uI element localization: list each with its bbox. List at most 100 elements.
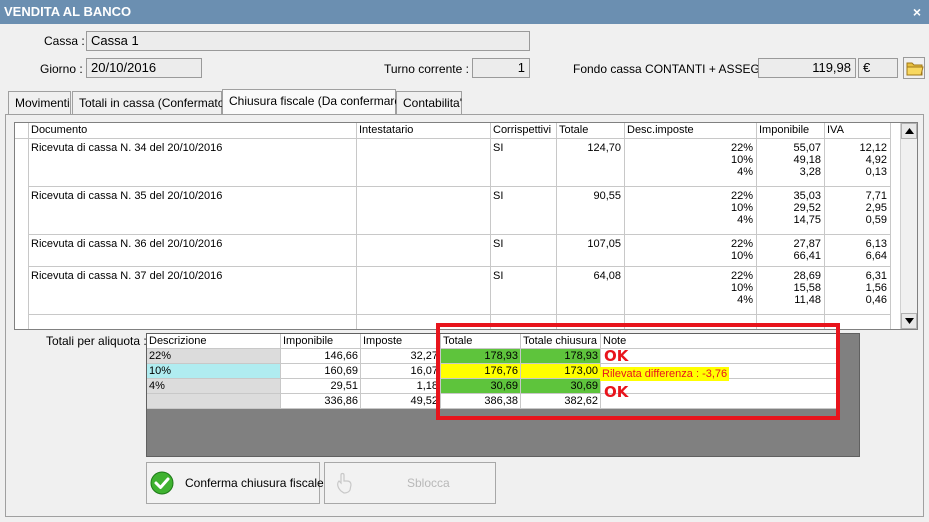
arrow-down-icon xyxy=(905,318,914,324)
row-imponibile: 3,28 xyxy=(799,166,821,178)
currency-field: € xyxy=(858,58,898,78)
totals-descrizione: 22% xyxy=(147,349,281,364)
row-imponibile: 66,41 xyxy=(793,250,821,262)
confirm-button-label: Conferma chiusura fiscale xyxy=(185,476,324,490)
row-iva: 2,95 xyxy=(865,202,887,214)
open-folder-button[interactable] xyxy=(903,57,925,79)
row-aliquota: 22% xyxy=(730,142,753,154)
scroll-up-button[interactable] xyxy=(901,123,917,139)
totals-descrizione xyxy=(147,394,281,409)
row-imponibile: 49,18 xyxy=(793,154,821,166)
row-aliquota: 10% xyxy=(730,282,753,294)
row-iva: 0,13 xyxy=(865,166,887,178)
turno-field[interactable]: 1 xyxy=(472,58,530,78)
row-documento: Ricevuta di cassa N. 34 del 20/10/2016 xyxy=(31,142,223,154)
row-aliquota: 10% xyxy=(730,250,753,262)
cassa-field[interactable]: Cassa 1 xyxy=(86,31,530,51)
row-totale: 124,70 xyxy=(587,142,621,154)
confirm-fiscal-close-button[interactable]: Conferma chiusura fiscale xyxy=(146,462,324,504)
tab-chiusura-fiscale[interactable]: Chiusura fiscale (Da confermare) xyxy=(222,89,405,114)
col-imposte[interactable]: Imposte xyxy=(361,334,441,349)
totals-imponibile: 336,86 xyxy=(281,394,361,409)
row-imponibile: 28,69 xyxy=(793,270,821,282)
row-aliquota: 4% xyxy=(737,166,753,178)
highlight-box xyxy=(436,323,840,420)
row-documento: Ricevuta di cassa N. 37 del 20/10/2016 xyxy=(31,270,223,282)
hand-icon xyxy=(337,472,352,494)
totals-imposte: 49,52 xyxy=(361,394,441,409)
totals-descrizione: 10% xyxy=(147,364,281,379)
check-icon xyxy=(150,471,174,495)
cassa-label: Cassa : xyxy=(44,34,85,48)
row-imponibile: 11,48 xyxy=(794,294,821,306)
row-corrispettivi: SI xyxy=(493,190,504,202)
row-documento: Ricevuta di cassa N. 36 del 20/10/2016 xyxy=(31,238,223,250)
fondo-field[interactable]: 119,98 xyxy=(758,58,856,78)
row-imponibile: 15,58 xyxy=(793,282,821,294)
row-totale: 64,08 xyxy=(593,270,621,282)
fondo-label: Fondo cassa CONTANTI + ASSEGNI : xyxy=(573,62,779,76)
col-corrispettivi[interactable]: Corrispettivi xyxy=(491,123,557,139)
row-aliquota: 10% xyxy=(730,154,753,166)
row-imponibile: 35,03 xyxy=(793,190,821,202)
unlock-button-label: Sblocca xyxy=(407,476,450,490)
scroll-down-button[interactable] xyxy=(901,313,917,329)
col-imponibile[interactable]: Imponibile xyxy=(281,334,361,349)
totals-imposte: 16,07 xyxy=(361,364,441,379)
window-title-bar: VENDITA AL BANCO × xyxy=(0,0,929,24)
row-header-corner xyxy=(15,123,29,139)
row-aliquota: 22% xyxy=(730,270,753,282)
row-documento: Ricevuta di cassa N. 35 del 20/10/2016 xyxy=(31,190,223,202)
row-corrispettivi: SI xyxy=(493,270,504,282)
tab-contabilita[interactable]: Contabilita' xyxy=(396,91,462,114)
row-iva: 6,13 xyxy=(865,238,887,250)
grid-vertical-scrollbar[interactable] xyxy=(900,123,917,329)
row-totale: 90,55 xyxy=(593,190,621,202)
row-iva: 0,59 xyxy=(865,214,887,226)
row-iva: 1,56 xyxy=(865,282,887,294)
giorno-field[interactable]: 20/10/2016 xyxy=(86,58,202,78)
row-aliquota: 22% xyxy=(730,238,753,250)
totals-imponibile: 29,51 xyxy=(281,379,361,394)
row-iva: 6,64 xyxy=(865,250,887,262)
totals-imponibile: 160,69 xyxy=(281,364,361,379)
documents-grid[interactable]: Documento Intestatario Corrispettivi Tot… xyxy=(14,122,918,330)
folder-icon xyxy=(906,62,924,76)
row-aliquota: 22% xyxy=(730,190,753,202)
totals-imposte: 32,27 xyxy=(361,349,441,364)
col-imponibile[interactable]: Imponibile xyxy=(757,123,825,139)
row-imponibile: 55,07 xyxy=(793,142,821,154)
tab-totali-in-cassa[interactable]: Totali in cassa (Confermato) xyxy=(72,91,228,114)
giorno-label: Giorno : xyxy=(40,62,83,76)
row-iva: 4,92 xyxy=(865,154,887,166)
row-aliquota: 4% xyxy=(737,294,753,306)
totals-imposte: 1,18 xyxy=(361,379,441,394)
close-icon[interactable]: × xyxy=(913,0,921,24)
row-imponibile: 29,52 xyxy=(793,202,821,214)
row-imponibile: 27,87 xyxy=(793,238,821,250)
row-imponibile: 14,75 xyxy=(793,214,821,226)
col-intestatario[interactable]: Intestatario xyxy=(357,123,491,139)
turno-label: Turno corrente : xyxy=(384,62,469,76)
row-iva: 12,12 xyxy=(859,142,887,154)
row-iva: 7,71 xyxy=(865,190,887,202)
row-aliquota: 10% xyxy=(730,202,753,214)
totals-descrizione: 4% xyxy=(147,379,281,394)
window-title: VENDITA AL BANCO xyxy=(4,4,132,19)
row-corrispettivi: SI xyxy=(493,238,504,250)
col-iva[interactable]: IVA xyxy=(825,123,891,139)
row-corrispettivi: SI xyxy=(493,142,504,154)
totals-imponibile: 146,66 xyxy=(281,349,361,364)
tab-movimenti[interactable]: Movimenti xyxy=(8,91,71,114)
row-aliquota: 4% xyxy=(737,214,753,226)
col-desc-imposte[interactable]: Desc.imposte xyxy=(625,123,757,139)
col-documento[interactable]: Documento xyxy=(29,123,357,139)
row-totale: 107,05 xyxy=(587,238,621,250)
col-totale[interactable]: Totale xyxy=(557,123,625,139)
col-descrizione[interactable]: Descrizione xyxy=(147,334,281,349)
row-iva: 0,46 xyxy=(865,294,887,306)
arrow-up-icon xyxy=(905,128,914,134)
totali-per-aliquota-label: Totali per aliquota : xyxy=(46,334,147,348)
unlock-button[interactable]: Sblocca xyxy=(324,462,496,504)
row-iva: 6,31 xyxy=(865,270,887,282)
